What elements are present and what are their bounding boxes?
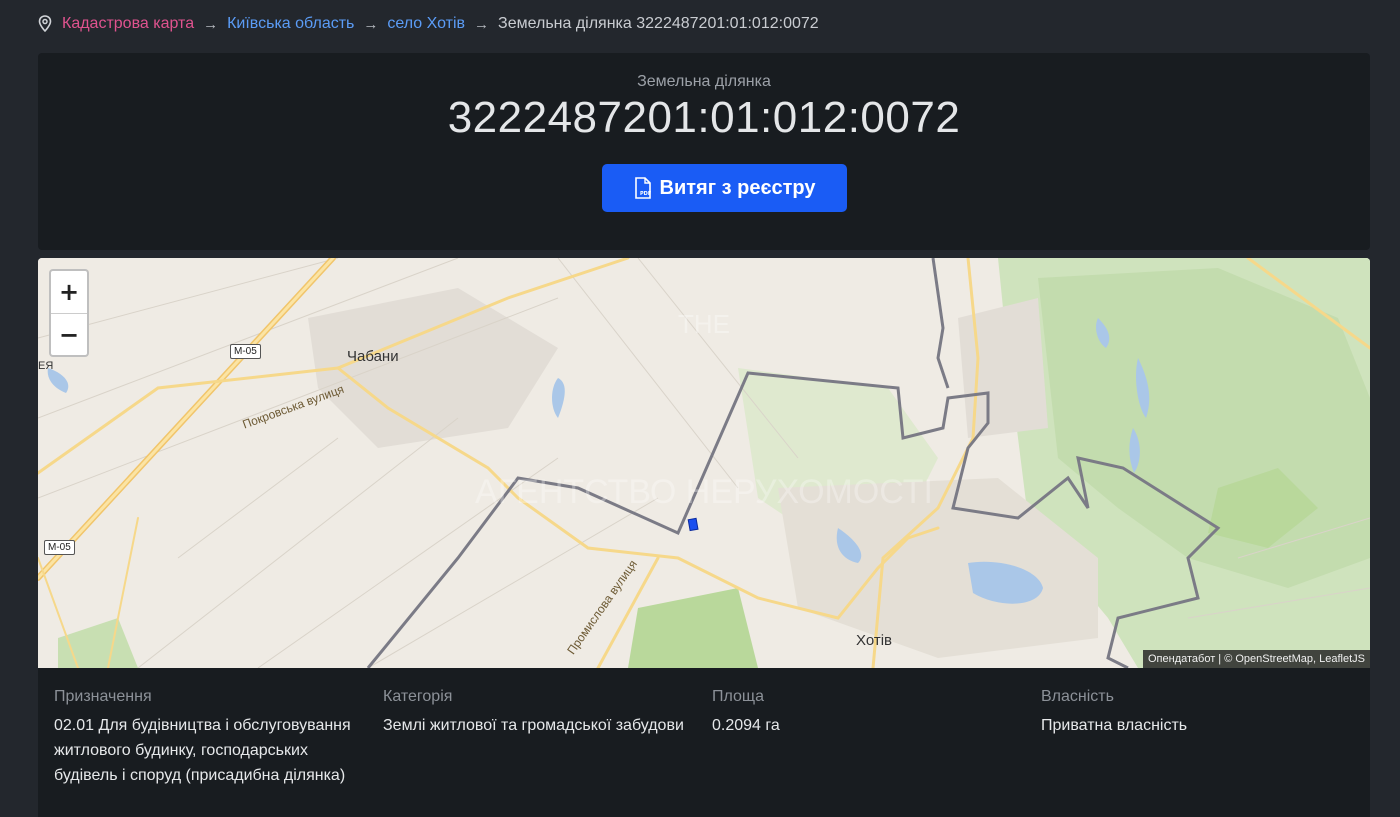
- parcel-info: Призначення 02.01 Для будівництва і обсл…: [38, 668, 1370, 817]
- breadcrumb-arrow-icon: →: [363, 15, 379, 33]
- watermark-line-2: АГЕНТСТВО НЕРУХОМОСТІ: [475, 473, 933, 511]
- road-badge-m05: М-05: [44, 540, 75, 555]
- zoom-controls: + −: [49, 269, 89, 357]
- info-area-label: Площа: [712, 688, 764, 705]
- map-attribution: Опендатабот | © OpenStreetMap, LeafletJS: [1142, 650, 1370, 668]
- info-purpose-label: Призначення: [54, 688, 152, 705]
- svg-text:PDF: PDF: [640, 191, 651, 197]
- location-pin-icon: [38, 15, 54, 33]
- breadcrumb-kyiv-region[interactable]: Київська область: [227, 15, 354, 33]
- info-area-value: 0.2094 га: [712, 717, 780, 734]
- breadcrumb-arrow-icon: →: [474, 15, 490, 33]
- parcel-subtitle: Земельна ділянка: [637, 73, 771, 90]
- info-category: Категорія Землі житлової та громадської …: [383, 688, 703, 738]
- breadcrumb: Кадастрова карта → Київська область → се…: [38, 12, 819, 36]
- zoom-out-button[interactable]: −: [51, 314, 87, 356]
- info-category-label: Категорія: [383, 688, 453, 705]
- breadcrumb-current: Земельна ділянка 3222487201:01:012:0072: [498, 15, 819, 32]
- place-khotiv: Хотів: [856, 632, 893, 649]
- watermark-line-1: ТНЕ: [678, 309, 730, 339]
- breadcrumb-arrow-icon: →: [203, 15, 219, 33]
- pdf-file-icon: PDF: [634, 177, 654, 199]
- info-ownership-value: Приватна власність: [1041, 717, 1188, 734]
- info-ownership-label: Власність: [1041, 688, 1114, 705]
- road-badge-m05: М-05: [230, 344, 261, 359]
- map-tiles: ТНЕ АГЕНТСТВО НЕРУХОМОСТІ: [38, 258, 1370, 668]
- parcel-header-card: Земельна ділянка 3222487201:01:012:0072 …: [38, 53, 1370, 250]
- breadcrumb-village[interactable]: село Хотів: [387, 15, 465, 33]
- breadcrumb-cadastral-map[interactable]: Кадастрова карта: [62, 15, 194, 33]
- parcel-cadastral-number: 3222487201:01:012:0072: [447, 93, 961, 142]
- cadastral-map[interactable]: ТНЕ АГЕНТСТВО НЕРУХОМОСТІ Чабани Хотів Е…: [38, 258, 1370, 668]
- zoom-in-button[interactable]: +: [51, 271, 87, 314]
- info-purpose-value: 02.01 Для будівництва і обслуговування ж…: [54, 717, 351, 784]
- place-chabany: Чабани: [347, 348, 399, 365]
- info-category-value: Землі житлової та громадської забудови: [383, 717, 684, 734]
- info-ownership: Власність Приватна власність: [1041, 688, 1361, 738]
- registry-extract-button[interactable]: PDF Витяг з реєстру: [602, 164, 847, 212]
- registry-extract-label: Витяг з реєстру: [659, 176, 816, 199]
- map-edge-label: ЕЯ: [38, 360, 54, 372]
- info-area: Площа 0.2094 га: [712, 688, 1032, 738]
- info-purpose: Призначення 02.01 Для будівництва і обсл…: [54, 688, 374, 788]
